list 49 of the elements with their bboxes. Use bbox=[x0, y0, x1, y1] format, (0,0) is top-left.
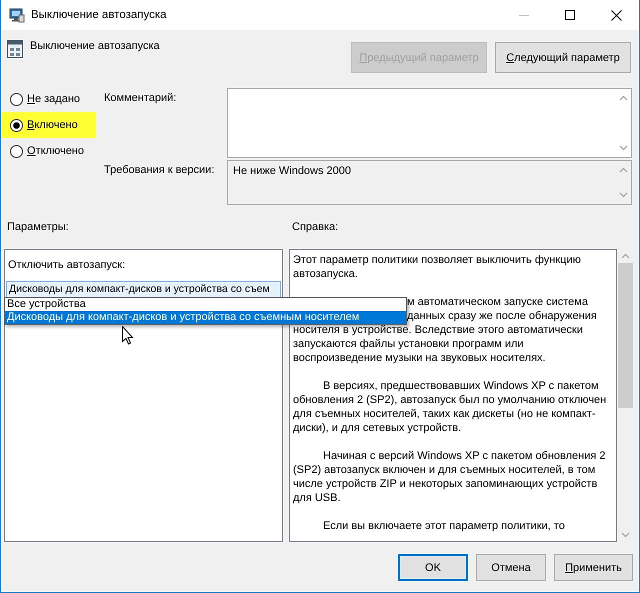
scroll-down-icon[interactable] bbox=[619, 192, 628, 198]
comment-field[interactable] bbox=[227, 88, 632, 158]
close-icon bbox=[610, 10, 622, 20]
dropdown-option[interactable]: Дисководы для компакт-дисков и устройства со съемным носителем bbox=[5, 311, 406, 324]
help-text: воспроизведение музыки на звуковых носителях. bbox=[293, 351, 546, 365]
help-text: м автоматическом запуске система bbox=[407, 295, 588, 309]
field-label: Требования к версии: bbox=[104, 163, 216, 178]
window-title: Выключение автозапуска bbox=[31, 9, 167, 21]
help-text: для съемных носителей, таких как дискеты (но не компакт- bbox=[293, 407, 596, 421]
scroll-down-icon[interactable] bbox=[621, 532, 630, 538]
scroll-up-icon[interactable] bbox=[619, 167, 628, 173]
section-label: Параметры: bbox=[7, 221, 70, 233]
radio-button[interactable]: Отключено bbox=[1, 138, 96, 164]
field-label: Отключить автозапуск: bbox=[7, 258, 126, 272]
help-text: Если вы включаете этот параметр политики, то bbox=[322, 519, 565, 533]
dropdown-option[interactable]: Все устройства bbox=[5, 298, 406, 311]
help-text: Начиная с версий Windows XP с пакетом обновления 2 bbox=[322, 449, 606, 463]
help-text: автозапуска. bbox=[293, 267, 358, 281]
scroll-thumb[interactable] bbox=[618, 263, 633, 408]
help-text: запускаются файлы установки программ или bbox=[293, 337, 524, 351]
help-text: числе устройств ZIP и некоторых запоминающих устройств bbox=[293, 477, 598, 491]
dropdown-field[interactable]: Дисководы для компакт-дисков и устройства со съем bbox=[6, 281, 281, 298]
scroll-up-icon[interactable] bbox=[619, 95, 628, 101]
help-text: носителя в устройстве. Вследствие этого автоматически bbox=[293, 323, 583, 337]
scroll-down-icon[interactable] bbox=[619, 145, 628, 151]
apply-button[interactable]: Применить bbox=[554, 554, 633, 581]
maximize-icon bbox=[565, 10, 575, 20]
section-label: Справка: bbox=[292, 221, 338, 233]
app-icon bbox=[9, 7, 25, 23]
help-text: данных сразу же после обнаружения bbox=[407, 309, 597, 323]
radio-icon[interactable] bbox=[10, 92, 23, 106]
radio-button[interactable]: Не задано bbox=[1, 86, 96, 112]
field-label: Комментарий: bbox=[104, 91, 178, 106]
help-text: диски), и для сетевых устройств. bbox=[293, 421, 462, 435]
ok-button[interactable]: OK bbox=[398, 554, 468, 581]
help-text: Этот параметр политики позволяет выключить функцию bbox=[293, 253, 581, 267]
cancel-button[interactable]: Отмена bbox=[476, 554, 546, 581]
setting-title: Выключение автозапуска bbox=[30, 40, 160, 52]
help-text: обновления 2 (SP2), автозапуск был по умолчанию отключен bbox=[293, 393, 606, 407]
radio-button[interactable]: Включено bbox=[1, 112, 96, 138]
help-text: для USB. bbox=[293, 491, 341, 505]
policy-icon bbox=[7, 40, 23, 58]
scroll-up-icon[interactable] bbox=[621, 253, 630, 259]
requirements-value: Не ниже Windows 2000 bbox=[232, 164, 352, 179]
next-setting-button[interactable]: Следующий параметр bbox=[495, 42, 631, 73]
help-text: (SP2) автозапуск включен и для съемных носителей, в том bbox=[293, 463, 596, 477]
radio-icon[interactable] bbox=[10, 118, 23, 132]
help-text: В версиях, предшествовавших Windows XP с пакетом bbox=[322, 379, 599, 393]
radio-icon[interactable] bbox=[10, 144, 23, 158]
